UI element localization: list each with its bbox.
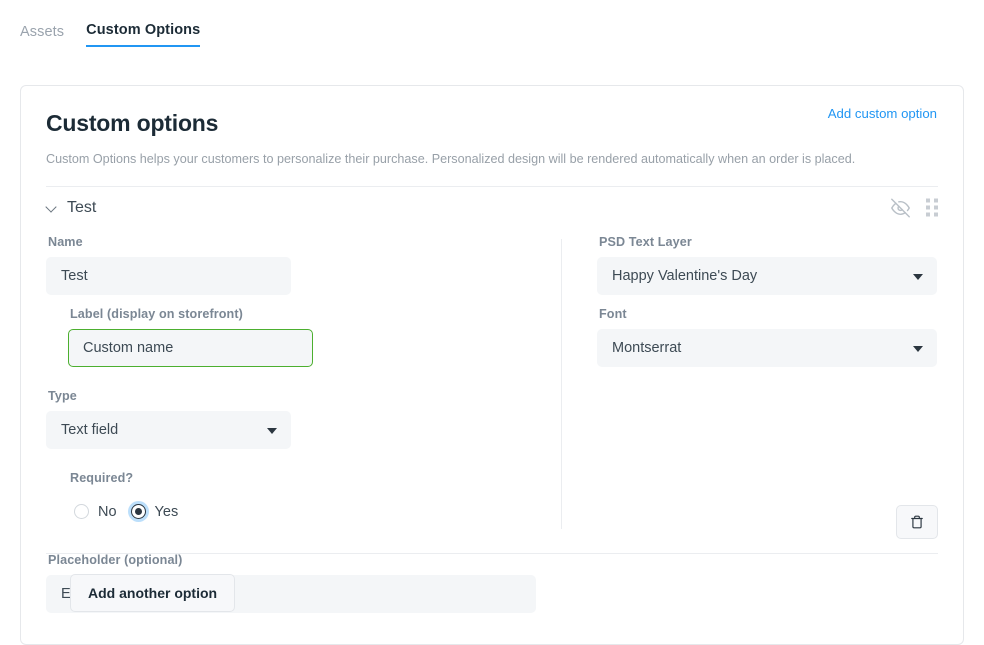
field-type: Type — [46, 389, 291, 449]
footer-divider — [46, 553, 938, 554]
add-another-option-button[interactable]: Add another option — [70, 574, 235, 612]
radio-required-no[interactable]: No — [74, 504, 117, 520]
label-placeholder: Placeholder (optional) — [48, 553, 536, 567]
psd-text-layer-select[interactable] — [597, 257, 937, 295]
chevron-down-icon[interactable] — [46, 202, 58, 214]
card-header: Custom options Custom Options helps your… — [21, 86, 963, 169]
option-form: Name Label (display on storefront) Type … — [46, 229, 938, 625]
drag-handle-icon[interactable] — [926, 199, 938, 217]
field-psd-text-layer: PSD Text Layer — [597, 235, 937, 295]
form-right-column: PSD Text Layer Font — [561, 235, 937, 625]
label-type: Type — [48, 389, 291, 403]
label-font: Font — [599, 307, 937, 321]
label-psd-text-layer: PSD Text Layer — [599, 235, 937, 249]
radio-label-no: No — [98, 504, 117, 520]
tab-bar: Assets Custom Options — [20, 22, 200, 47]
custom-options-card: Custom options Custom Options helps your… — [20, 85, 964, 645]
field-name: Name — [46, 235, 291, 295]
type-select-wrap — [46, 411, 291, 449]
tab-custom-options[interactable]: Custom Options — [86, 22, 200, 47]
option-header-icons — [891, 198, 938, 217]
option-header: Test — [46, 187, 938, 229]
trash-icon — [910, 514, 924, 530]
label-storefront-label: Label (display on storefront) — [70, 307, 313, 321]
field-font: Font — [597, 307, 937, 367]
card-description: Custom Options helps your customers to p… — [46, 151, 938, 169]
tab-assets[interactable]: Assets — [20, 24, 64, 47]
required-radio-group: No Yes — [68, 493, 313, 531]
field-storefront-label: Label (display on storefront) — [68, 307, 313, 367]
add-custom-option-link[interactable]: Add custom option — [828, 106, 937, 121]
page-title: Custom options — [46, 110, 938, 137]
type-select[interactable] — [46, 411, 291, 449]
name-input[interactable] — [46, 257, 291, 295]
label-required: Required? — [70, 471, 313, 485]
radio-circle-yes — [131, 504, 146, 519]
radio-label-yes: Yes — [155, 504, 179, 520]
storefront-label-input[interactable] — [68, 329, 313, 367]
label-name: Name — [48, 235, 291, 249]
form-left-columns: Name Label (display on storefront) Type … — [46, 235, 561, 625]
radio-circle-no — [74, 504, 89, 519]
delete-option-button[interactable] — [896, 505, 938, 539]
field-required: Required? No Yes — [68, 471, 313, 531]
delete-option-row — [562, 505, 938, 539]
radio-required-yes[interactable]: Yes — [131, 504, 179, 520]
font-select[interactable] — [597, 329, 937, 367]
font-select-wrap — [597, 329, 937, 367]
eye-off-icon[interactable] — [891, 198, 910, 217]
column-divider — [561, 239, 562, 529]
option-title: Test — [67, 199, 96, 217]
psd-text-layer-select-wrap — [597, 257, 937, 295]
